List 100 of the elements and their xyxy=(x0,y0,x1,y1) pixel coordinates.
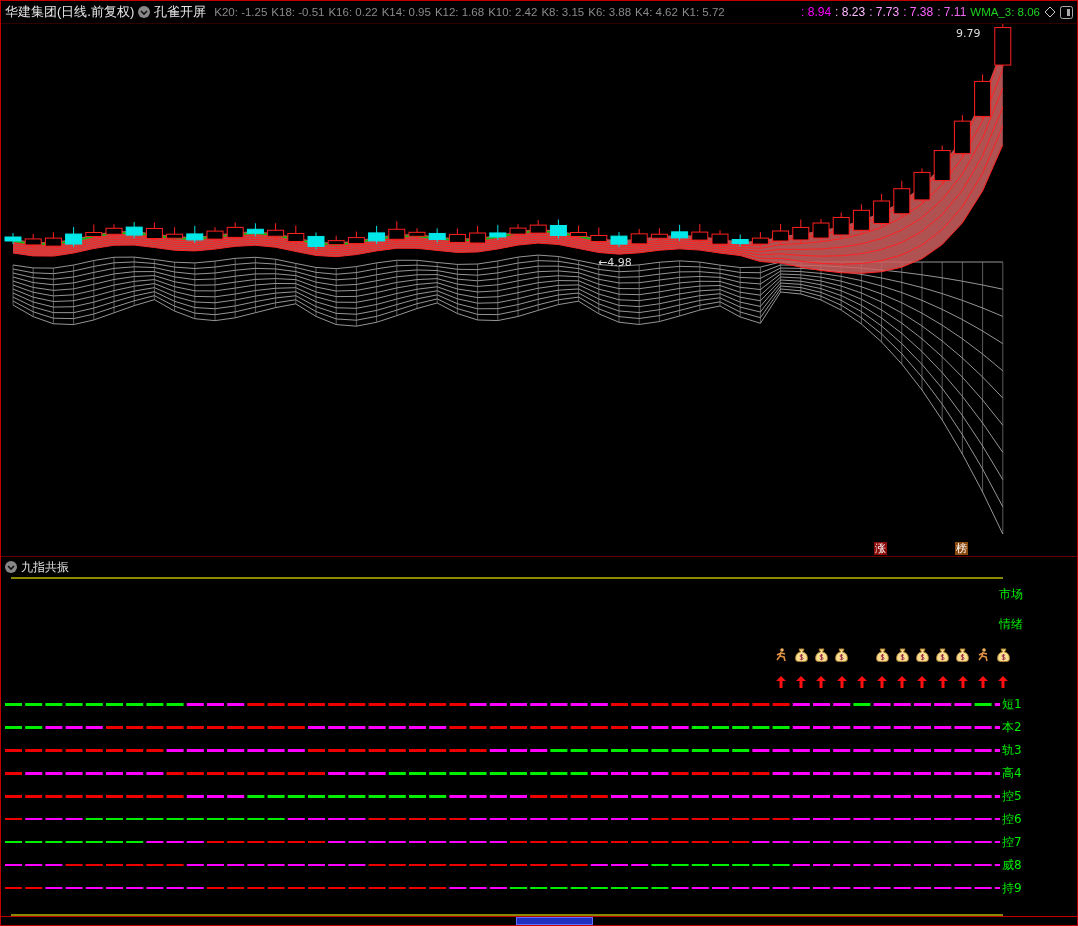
candlestick xyxy=(570,225,588,240)
panel-title: 九指共振 xyxy=(21,558,69,576)
candlestick xyxy=(590,227,608,245)
wma-value: WMA_3: 8.06 xyxy=(970,6,1040,18)
candlestick xyxy=(933,145,951,185)
low-price-label: ←4.98 xyxy=(598,256,632,269)
candlestick xyxy=(368,225,386,245)
row-label: 持9 xyxy=(1002,880,1022,897)
row-label: 威8 xyxy=(1002,857,1022,874)
candlestick xyxy=(994,24,1012,69)
candlestick xyxy=(852,203,870,234)
candlestick xyxy=(206,226,224,243)
dropdown-icon[interactable] xyxy=(5,561,17,573)
candlestick xyxy=(650,227,668,242)
candlestick xyxy=(85,224,103,240)
runner-icon xyxy=(975,648,990,662)
candlestick xyxy=(166,226,184,242)
up-arrow-icon xyxy=(917,676,928,688)
money-bag-icon xyxy=(813,647,829,663)
row-label: 控7 xyxy=(1002,834,1022,851)
up-arrow-icon xyxy=(816,676,827,688)
candlestick xyxy=(529,219,547,237)
candlestick xyxy=(630,228,648,248)
money-bag-icon xyxy=(793,647,809,663)
money-bag-icon xyxy=(874,647,890,663)
money-bag-icon xyxy=(995,647,1011,663)
stock-title: 华建集团(日线.前复权) xyxy=(5,3,135,21)
up-arrow-icon xyxy=(957,676,968,688)
k-value: K1: 5.72 xyxy=(681,6,725,18)
candlestick xyxy=(388,220,406,243)
row-label: 控6 xyxy=(1002,811,1022,828)
up-arrow-icon xyxy=(977,676,988,688)
up-arrow-icon xyxy=(856,676,867,688)
candlestick xyxy=(408,227,426,240)
money-bag-icon xyxy=(955,647,971,663)
candlestick xyxy=(246,222,264,237)
candlestick xyxy=(145,222,163,242)
k-value: K14: 0.95 xyxy=(381,6,431,18)
row-label: 本2 xyxy=(1002,719,1022,736)
dropdown-icon[interactable] xyxy=(138,6,151,18)
candlestick xyxy=(549,219,567,239)
candlestick xyxy=(489,224,507,241)
money-bag-icon xyxy=(935,647,951,663)
candlestick xyxy=(125,221,143,239)
ma-value: : 8.94 xyxy=(801,5,832,19)
up-arrow-icon xyxy=(937,676,948,688)
candlestick xyxy=(267,222,285,240)
k-value: K12: 1.68 xyxy=(434,6,485,18)
row-label: 轨3 xyxy=(1002,742,1022,759)
diamond-icon[interactable] xyxy=(1044,6,1056,18)
up-arrow-icon xyxy=(836,676,847,688)
k-value: K16: 0.22 xyxy=(328,6,378,18)
candlestick xyxy=(307,231,325,250)
high-price-label: 9.79 xyxy=(956,27,981,40)
ma-value: : 8.23 xyxy=(835,5,866,19)
ma-value: : 7.11 xyxy=(937,5,967,19)
candlestick xyxy=(448,227,466,246)
money-bag-icon xyxy=(914,647,930,663)
badge: 榜 xyxy=(955,542,968,555)
row-label: 控5 xyxy=(1002,788,1022,805)
row-label: 短1 xyxy=(1002,696,1022,713)
candlestick xyxy=(873,193,891,227)
up-arrow-icon xyxy=(796,676,807,688)
candlestick xyxy=(751,231,769,248)
runner-icon xyxy=(774,648,789,662)
panel-icon[interactable] xyxy=(1060,5,1073,19)
candlestick xyxy=(792,218,810,244)
up-arrow-icon xyxy=(897,676,908,688)
k-value: K8: 3.15 xyxy=(541,6,585,18)
side-label: 情绪 xyxy=(999,615,1023,633)
candlestick xyxy=(893,180,911,218)
up-arrow-icon xyxy=(877,676,888,688)
candlestick xyxy=(428,227,446,243)
candlestick xyxy=(186,225,204,244)
candlestick xyxy=(610,231,628,248)
candlestick xyxy=(4,232,22,245)
candlestick xyxy=(691,223,709,244)
candlestick xyxy=(812,218,830,242)
candlestick xyxy=(327,235,345,249)
side-label: 市场 xyxy=(999,585,1023,603)
k-value: K6: 3.88 xyxy=(588,6,632,18)
k-value: K20: -1.25 xyxy=(214,6,268,18)
candlestick xyxy=(469,225,487,247)
candlestick xyxy=(772,223,790,245)
candlestick xyxy=(287,225,305,245)
ma-value: : 7.38 xyxy=(903,5,934,19)
badge: 涨 xyxy=(874,542,887,555)
k-value: K18: -0.51 xyxy=(271,6,325,18)
candlestick xyxy=(671,224,689,242)
row-label: 高4 xyxy=(1002,765,1022,782)
candlestick xyxy=(65,226,83,248)
candlestick xyxy=(347,231,365,248)
money-bag-icon xyxy=(894,647,910,663)
candlestick xyxy=(44,231,62,250)
candlestick xyxy=(731,234,749,247)
candlestick xyxy=(509,223,527,238)
candlestick xyxy=(974,73,992,120)
indicator-name[interactable]: 孔雀开屏 xyxy=(154,3,207,21)
candlestick xyxy=(913,167,931,204)
candlestick xyxy=(226,221,244,241)
